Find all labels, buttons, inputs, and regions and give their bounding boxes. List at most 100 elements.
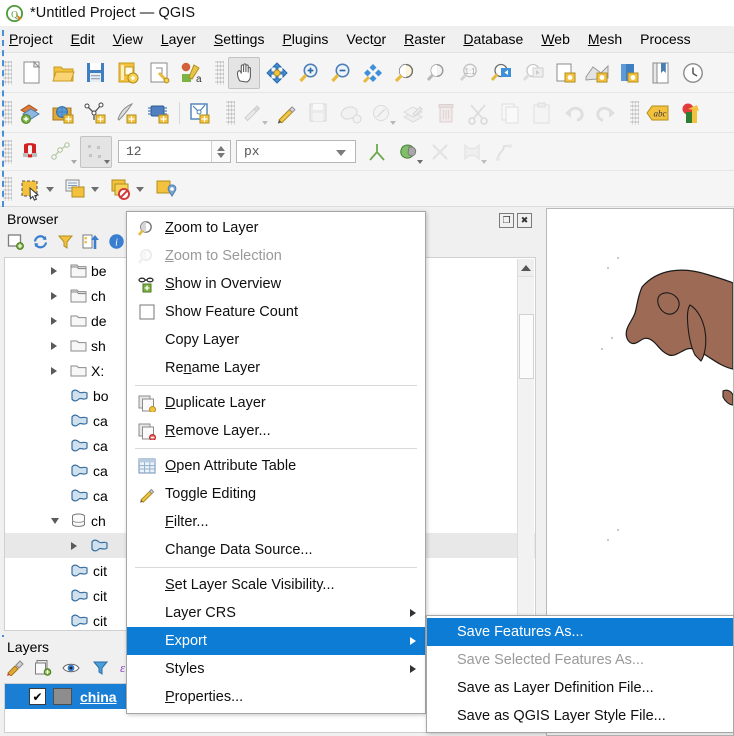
save-project-as-icon[interactable] xyxy=(112,58,142,88)
context-menu-item-styles[interactable]: Styles xyxy=(127,655,425,683)
toggle-editing-icon[interactable] xyxy=(271,98,301,128)
filter-legend-icon[interactable] xyxy=(92,659,109,679)
context-menu-item-toggle-editing[interactable]: Toggle Editing xyxy=(127,480,425,508)
pan-map-icon[interactable] xyxy=(228,57,260,89)
style-manager-icon[interactable]: a xyxy=(176,58,206,88)
filter-browser-icon[interactable] xyxy=(57,233,74,253)
context-menu-item-open-attribute-table[interactable]: Open Attribute Table xyxy=(127,452,425,480)
toolbar-grip-selection[interactable] xyxy=(3,177,12,201)
add-group-icon[interactable] xyxy=(34,659,52,679)
context-menu-item-zoom-to-layer[interactable]: Zoom to Layer xyxy=(127,214,425,242)
zoom-next-icon[interactable] xyxy=(518,58,548,88)
paste-features-icon[interactable] xyxy=(527,98,557,128)
tracing-icon[interactable] xyxy=(490,137,520,167)
context-menu-item-show-feature-count[interactable]: Show Feature Count xyxy=(127,298,425,326)
undo-icon[interactable] xyxy=(559,98,589,128)
tree-expand-arrow-icon[interactable] xyxy=(51,317,65,325)
undock-panel-icon[interactable]: ❐ xyxy=(499,213,514,228)
snapping-units-combo[interactable]: px xyxy=(236,140,356,163)
add-delimited-text-layer-icon[interactable] xyxy=(112,98,142,128)
select-by-location-icon[interactable] xyxy=(151,174,181,204)
vertex-tool-icon[interactable] xyxy=(367,98,397,128)
toolbar-grip[interactable] xyxy=(3,61,12,85)
add-mesh-layer-icon[interactable] xyxy=(80,98,110,128)
manage-visibility-icon[interactable] xyxy=(62,659,82,679)
menu-settings[interactable]: Settings xyxy=(205,28,274,50)
scroll-up-button[interactable] xyxy=(518,259,534,277)
layer-visibility-checkbox[interactable]: ✔ xyxy=(29,688,46,705)
toolbar-grip-digitizing[interactable] xyxy=(226,101,235,125)
layer-context-menu[interactable]: Zoom to LayerZoom to SelectionShow in Ov… xyxy=(126,211,426,714)
context-menu-item-set-layer-scale-visibility[interactable]: Set Layer Scale Visibility... xyxy=(127,571,425,599)
save-layer-edits-icon[interactable] xyxy=(303,98,333,128)
layer-name-label[interactable]: china xyxy=(80,689,117,705)
menu-vector[interactable]: Vector xyxy=(337,28,395,50)
avoid-overlap-icon[interactable] xyxy=(394,137,424,167)
label-icon[interactable]: abc xyxy=(643,98,673,128)
toolbar-grip-nav[interactable] xyxy=(215,61,224,85)
current-edits-icon[interactable] xyxy=(239,98,269,128)
toolbar-grip-datasource[interactable] xyxy=(3,101,12,125)
zoom-out-icon[interactable] xyxy=(326,58,356,88)
refresh-icon[interactable] xyxy=(32,233,49,253)
new-project-icon[interactable] xyxy=(16,58,46,88)
toolbar-grip-label[interactable] xyxy=(630,101,639,125)
topological-editing-icon[interactable] xyxy=(362,137,392,167)
collapse-all-icon[interactable] xyxy=(82,233,100,253)
menu-process[interactable]: Process xyxy=(631,28,700,50)
add-raster-layer-icon[interactable] xyxy=(48,98,78,128)
copy-features-icon[interactable] xyxy=(495,98,525,128)
context-menu-item-change-data-source[interactable]: Change Data Source... xyxy=(127,536,425,564)
context-menu-item-properties[interactable]: Properties... xyxy=(127,683,425,711)
context-menu-item-copy-layer[interactable]: Copy Layer xyxy=(127,326,425,354)
cut-features-icon[interactable] xyxy=(463,98,493,128)
self-intersection-icon[interactable] xyxy=(426,137,456,167)
select-features-icon[interactable] xyxy=(16,174,46,204)
export-submenu[interactable]: Save Features As...Save Selected Feature… xyxy=(426,615,734,733)
new-print-layout-icon[interactable] xyxy=(144,58,174,88)
close-panel-icon[interactable]: ✖ xyxy=(517,213,532,228)
select-by-value-icon[interactable] xyxy=(61,174,91,204)
snapping-type-icon[interactable] xyxy=(80,136,112,168)
add-feature-icon[interactable] xyxy=(335,98,365,128)
scrollbar-thumb[interactable] xyxy=(519,314,534,379)
context-menu-item-export[interactable]: Export xyxy=(127,627,425,655)
show-bookmarks-icon[interactable] xyxy=(646,58,676,88)
context-menu-item-rename-layer[interactable]: Rename Layer xyxy=(127,354,425,382)
zoom-to-layer-icon[interactable] xyxy=(422,58,452,88)
menu-project[interactable]: Project xyxy=(0,28,62,50)
snapping-tolerance-spinbox[interactable]: 12 xyxy=(118,140,231,163)
redo-icon[interactable] xyxy=(591,98,621,128)
intersection-snapping-icon[interactable] xyxy=(458,137,488,167)
menu-layer[interactable]: Layer xyxy=(152,28,205,50)
export-menu-item-save-as-qgis-layer-style-file[interactable]: Save as QGIS Layer Style File... xyxy=(427,702,733,730)
menu-web[interactable]: Web xyxy=(532,28,579,50)
add-postgis-layer-icon[interactable] xyxy=(144,98,174,128)
add-vector-layer-icon[interactable] xyxy=(16,98,46,128)
zoom-full-icon[interactable] xyxy=(358,58,388,88)
context-menu-item-duplicate-layer[interactable]: Duplicate Layer xyxy=(127,389,425,417)
new-map-view-icon[interactable] xyxy=(582,58,612,88)
toolbar-grip-snapping[interactable] xyxy=(3,140,12,164)
modify-attributes-icon[interactable] xyxy=(399,98,429,128)
snapping-mode-icon[interactable] xyxy=(48,137,78,167)
context-menu-item-show-in-overview[interactable]: Show in Overview xyxy=(127,270,425,298)
spinbox-arrows[interactable] xyxy=(211,141,230,162)
tree-expand-arrow-icon[interactable] xyxy=(51,367,65,375)
add-spatialite-layer-icon[interactable] xyxy=(185,98,215,128)
tree-expand-arrow-icon[interactable] xyxy=(51,292,65,300)
deselect-features-icon[interactable] xyxy=(106,174,136,204)
refresh-icon[interactable] xyxy=(550,58,580,88)
snapping-enable-icon[interactable] xyxy=(16,137,46,167)
save-project-icon[interactable] xyxy=(80,58,110,88)
add-layer-icon[interactable] xyxy=(7,233,24,253)
styling-icon[interactable] xyxy=(675,98,705,128)
menu-edit[interactable]: Edit xyxy=(62,28,104,50)
pan-to-selection-icon[interactable] xyxy=(262,58,292,88)
context-menu-item-filter[interactable]: Filter... xyxy=(127,508,425,536)
menu-view[interactable]: View xyxy=(104,28,152,50)
menu-database[interactable]: Database xyxy=(454,28,532,50)
context-menu-item-layer-crs[interactable]: Layer CRS xyxy=(127,599,425,627)
context-menu-item-remove-layer[interactable]: Remove Layer... xyxy=(127,417,425,445)
menu-plugins[interactable]: Plugins xyxy=(273,28,337,50)
